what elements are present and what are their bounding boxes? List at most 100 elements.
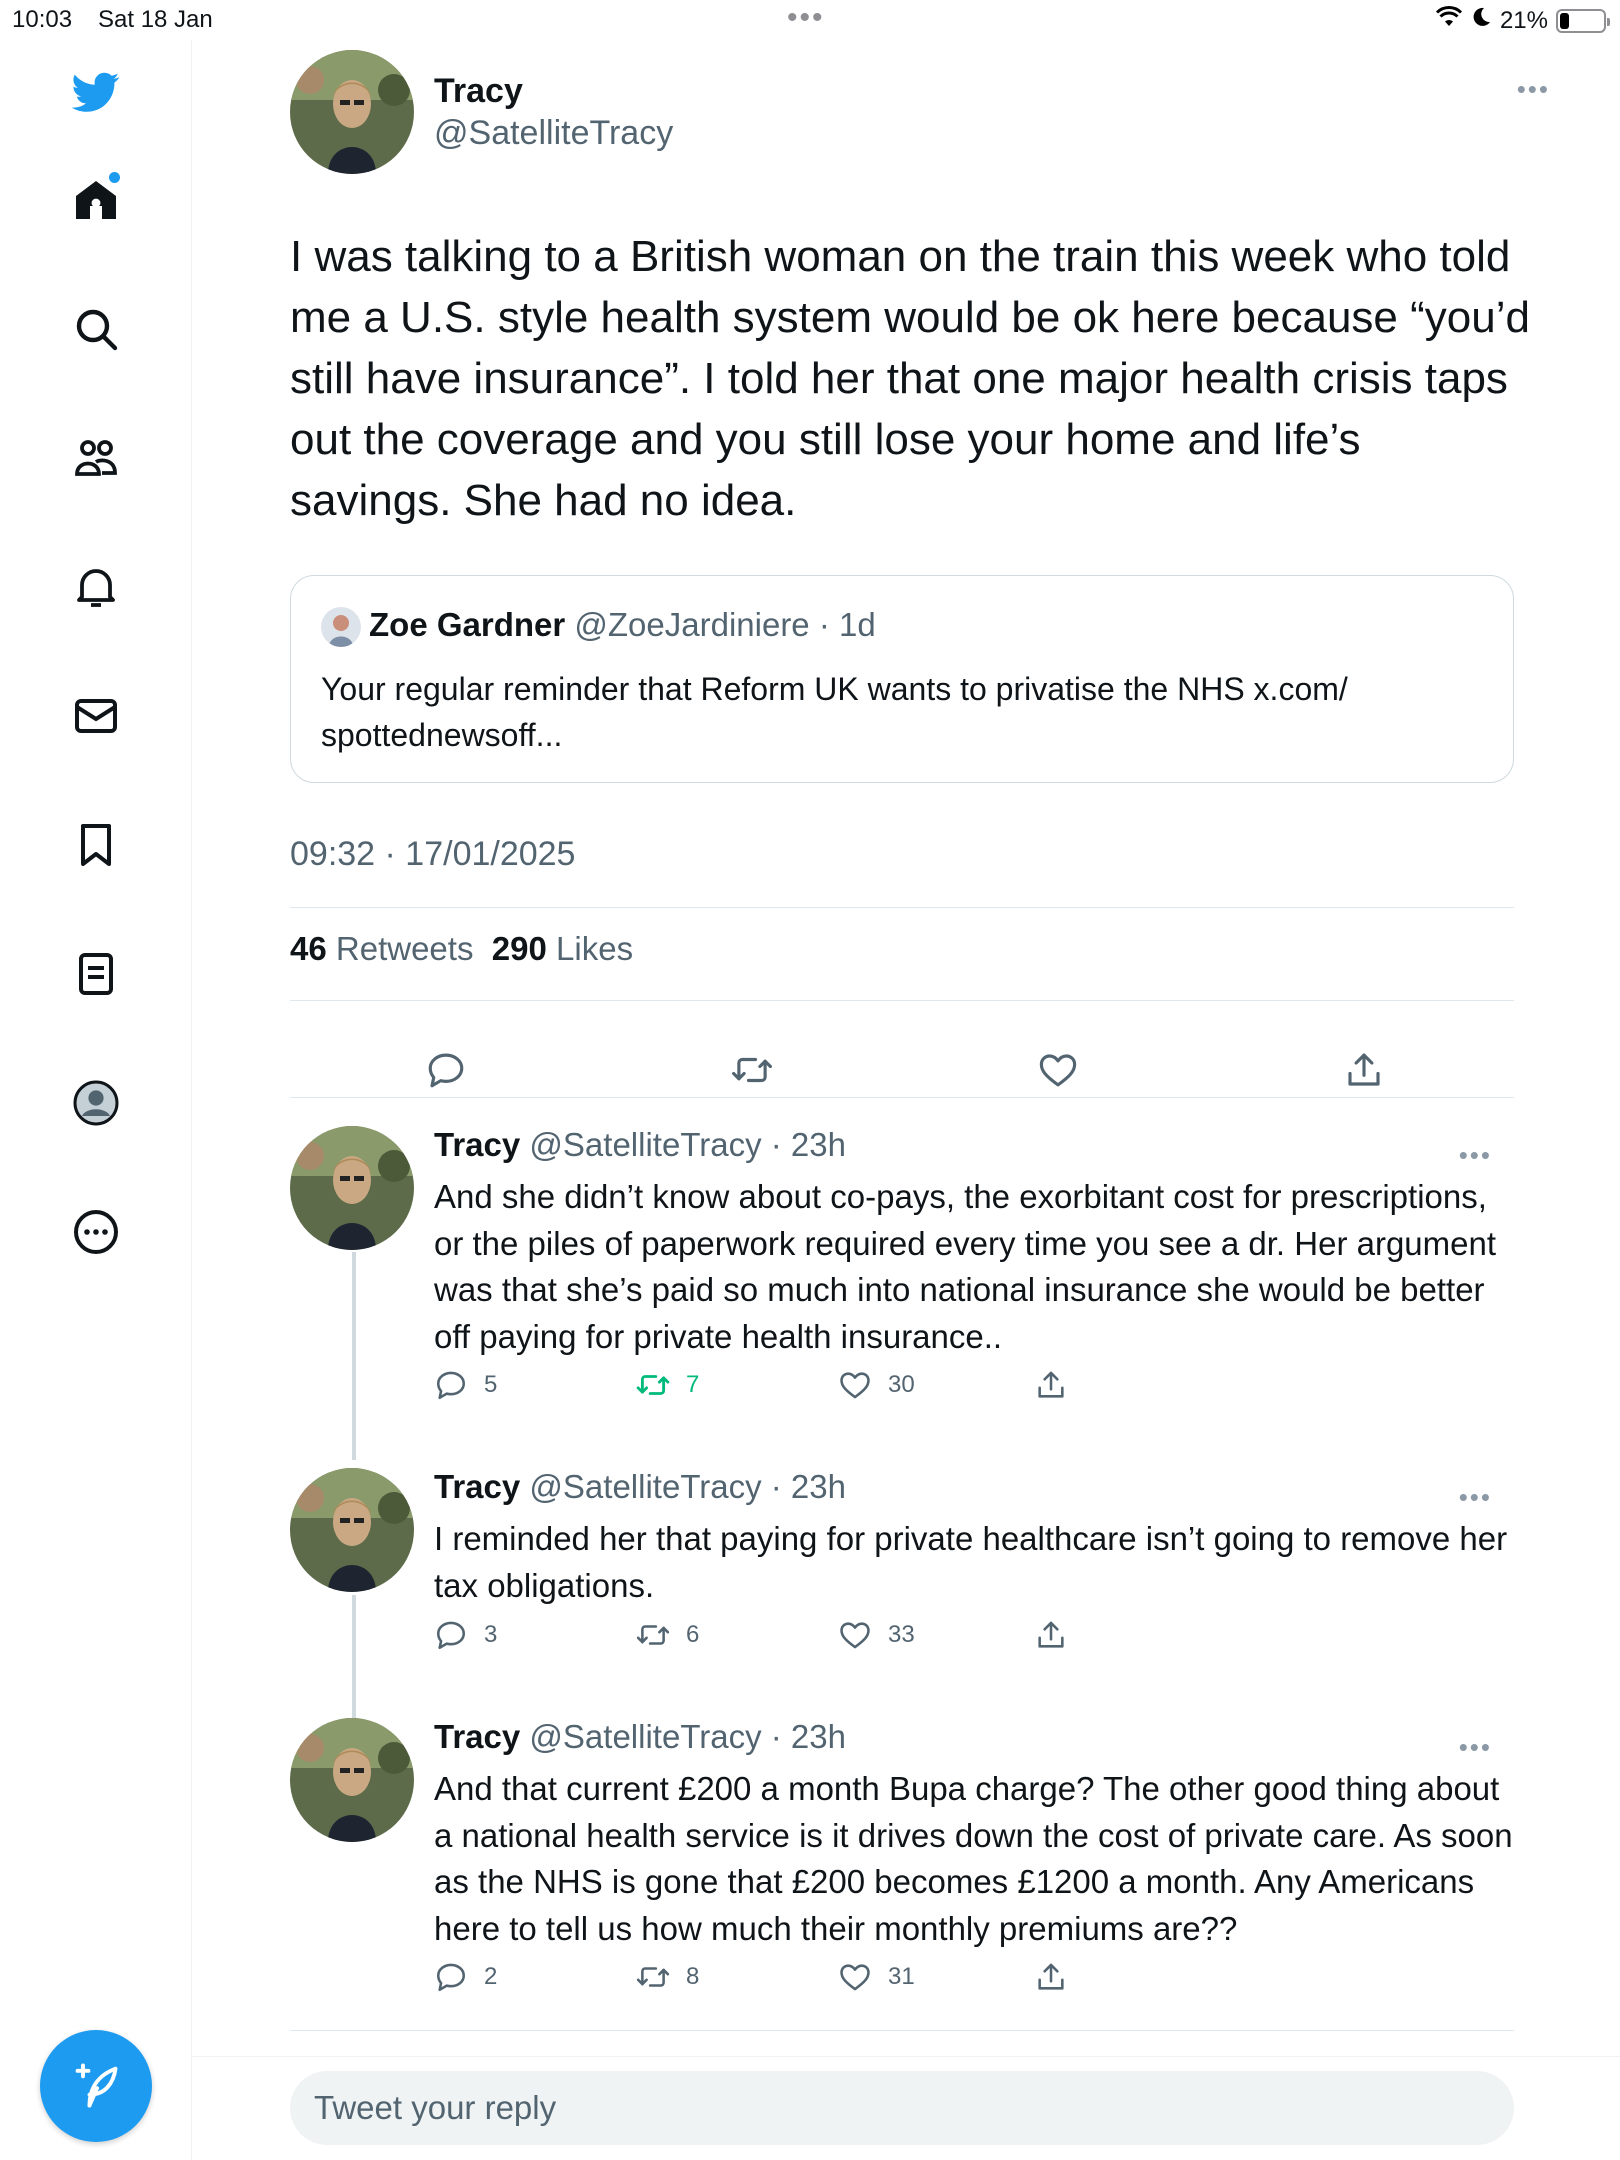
more-options-circle-icon[interactable] bbox=[66, 1202, 126, 1262]
reply-author-avatar[interactable] bbox=[290, 1718, 414, 1842]
notifications-bell-icon[interactable] bbox=[66, 557, 126, 617]
share-button[interactable] bbox=[1034, 1368, 1068, 1402]
communities-icon[interactable] bbox=[66, 428, 126, 488]
profile-avatar-icon[interactable] bbox=[66, 1073, 126, 1133]
tweet-more-options-icon[interactable]: ••• bbox=[1517, 76, 1550, 102]
retweet-button[interactable]: 7 bbox=[636, 1368, 699, 1402]
reply-meta: @SatelliteTracy · 23h bbox=[529, 1718, 846, 1755]
reply-header: Tracy @SatelliteTracy · 23h bbox=[434, 1126, 846, 1164]
reply-icon bbox=[428, 1053, 464, 1088]
reply-author-name[interactable]: Tracy bbox=[434, 1718, 520, 1755]
quoted-author-name: Zoe Gardner bbox=[369, 606, 566, 643]
retweet-icon bbox=[636, 1375, 670, 1395]
like-button[interactable] bbox=[1028, 1040, 1088, 1100]
retweets-stat[interactable]: 46 Retweets bbox=[290, 930, 473, 967]
messages-envelope-icon[interactable] bbox=[66, 686, 126, 746]
share-icon bbox=[1038, 1371, 1064, 1398]
lists-icon[interactable] bbox=[66, 944, 126, 1004]
reply-count: 5 bbox=[484, 1371, 498, 1398]
like-button[interactable]: 31 bbox=[838, 1960, 915, 1994]
compose-tweet-button[interactable] bbox=[40, 2030, 152, 2142]
main-column: Tracy @SatelliteTracy ••• I was talking … bbox=[192, 40, 1620, 2160]
reply-icon bbox=[436, 1963, 466, 1992]
reply-action-bar: 2 8 31 bbox=[434, 1960, 1134, 2000]
battery-icon bbox=[1556, 8, 1610, 33]
share-icon bbox=[1038, 1621, 1064, 1648]
heart-icon bbox=[840, 1622, 870, 1649]
heart-icon bbox=[1039, 1054, 1077, 1087]
reply-button[interactable] bbox=[416, 1040, 476, 1100]
reply-meta: @SatelliteTracy · 23h bbox=[529, 1126, 846, 1163]
reply-header: Tracy @SatelliteTracy · 23h bbox=[434, 1468, 846, 1506]
reply-count: 2 bbox=[484, 1963, 498, 1990]
quoted-author-meta: @ZoeJardiniere · 1d bbox=[574, 606, 876, 643]
battery-level-fill bbox=[1560, 12, 1569, 29]
author-avatar[interactable] bbox=[290, 50, 414, 174]
reply-meta: @SatelliteTracy · 23h bbox=[529, 1468, 846, 1505]
quoted-author-avatar bbox=[321, 607, 361, 647]
engagement-counts: 46 Retweets 290 Likes bbox=[290, 930, 633, 968]
retweet-icon bbox=[732, 1057, 772, 1083]
reply-author-avatar[interactable] bbox=[290, 1126, 414, 1250]
author-name[interactable]: Tracy bbox=[434, 72, 523, 111]
share-icon bbox=[1038, 1963, 1064, 1990]
retweet-button[interactable] bbox=[722, 1040, 782, 1100]
retweet-count: 6 bbox=[686, 1621, 700, 1648]
reply-author-name[interactable]: Tracy bbox=[434, 1468, 520, 1505]
wifi-icon bbox=[1435, 6, 1463, 35]
like-button[interactable]: 30 bbox=[838, 1368, 915, 1402]
share-icon bbox=[1348, 1053, 1380, 1086]
reply-action-bar: 5 7 30 bbox=[434, 1368, 1134, 1408]
reply-text: I reminded her that paying for private h… bbox=[434, 1520, 1508, 1604]
share-button[interactable] bbox=[1334, 1040, 1394, 1100]
quoted-tweet-card[interactable]: Zoe Gardner @ZoeJardiniere · 1d Your reg… bbox=[290, 575, 1514, 783]
tweet-text: I was talking to a British woman on the … bbox=[290, 232, 1530, 525]
likes-stat[interactable]: 290 Likes bbox=[492, 930, 633, 967]
reply-count: 3 bbox=[484, 1621, 498, 1648]
like-button[interactable]: 33 bbox=[838, 1618, 915, 1652]
reply-button[interactable]: 5 bbox=[434, 1368, 497, 1402]
divider bbox=[290, 907, 1514, 908]
quoted-tweet-text: Your regular reminder that Reform UK wan… bbox=[321, 671, 1348, 753]
like-count: 31 bbox=[888, 1963, 915, 1990]
reply-tweet[interactable]: Tracy @SatelliteTracy · 23h ••• And that… bbox=[290, 1718, 1550, 2038]
tweet-reply-input[interactable] bbox=[290, 2071, 1514, 2145]
reply-tweet[interactable]: Tracy @SatelliteTracy · 23h ••• And she … bbox=[290, 1126, 1550, 1426]
retweet-icon bbox=[636, 1625, 670, 1645]
divider bbox=[290, 2030, 1514, 2031]
share-button[interactable] bbox=[1034, 1618, 1068, 1652]
reply-button[interactable]: 2 bbox=[434, 1960, 497, 1994]
bookmarks-icon[interactable] bbox=[66, 815, 126, 875]
status-time: 10:03 bbox=[12, 6, 73, 33]
sidebar-nav bbox=[0, 40, 192, 2160]
tweet-timestamp[interactable]: 09:32 · 17/01/2025 bbox=[290, 835, 575, 874]
home-notification-dot bbox=[109, 172, 120, 183]
retweet-button[interactable]: 6 bbox=[636, 1618, 699, 1652]
divider bbox=[290, 1000, 1514, 1001]
home-icon[interactable] bbox=[66, 170, 126, 230]
reply-more-options-icon[interactable]: ••• bbox=[1459, 1734, 1492, 1760]
author-handle[interactable]: @SatelliteTracy bbox=[434, 114, 673, 153]
reply-author-avatar[interactable] bbox=[290, 1468, 414, 1592]
reply-tweet[interactable]: Tracy @SatelliteTracy · 23h ••• I remind… bbox=[290, 1468, 1550, 1688]
like-count: 30 bbox=[888, 1371, 915, 1398]
reply-text: And that current £200 a month Bupa charg… bbox=[434, 1770, 1513, 1947]
reply-author-name[interactable]: Tracy bbox=[434, 1126, 520, 1163]
retweet-count: 8 bbox=[686, 1963, 700, 1990]
reply-icon bbox=[436, 1621, 466, 1650]
status-date: Sat 18 Jan bbox=[98, 6, 213, 33]
share-button[interactable] bbox=[1034, 1960, 1068, 1994]
retweet-icon bbox=[636, 1967, 670, 1987]
heart-icon bbox=[840, 1964, 870, 1991]
retweet-count: 7 bbox=[686, 1371, 700, 1398]
reply-text: And she didn’t know about co-pays, the e… bbox=[434, 1178, 1497, 1355]
retweet-button[interactable]: 8 bbox=[636, 1960, 699, 1994]
reply-action-bar: 3 6 33 bbox=[434, 1618, 1134, 1658]
twitter-bird-icon[interactable] bbox=[66, 62, 126, 122]
reply-more-options-icon[interactable]: ••• bbox=[1459, 1484, 1492, 1510]
multitasking-dots-icon[interactable]: ••• bbox=[787, 3, 825, 33]
reply-more-options-icon[interactable]: ••• bbox=[1459, 1142, 1492, 1168]
divider bbox=[290, 1097, 1514, 1098]
reply-button[interactable]: 3 bbox=[434, 1618, 497, 1652]
search-icon[interactable] bbox=[66, 299, 126, 359]
